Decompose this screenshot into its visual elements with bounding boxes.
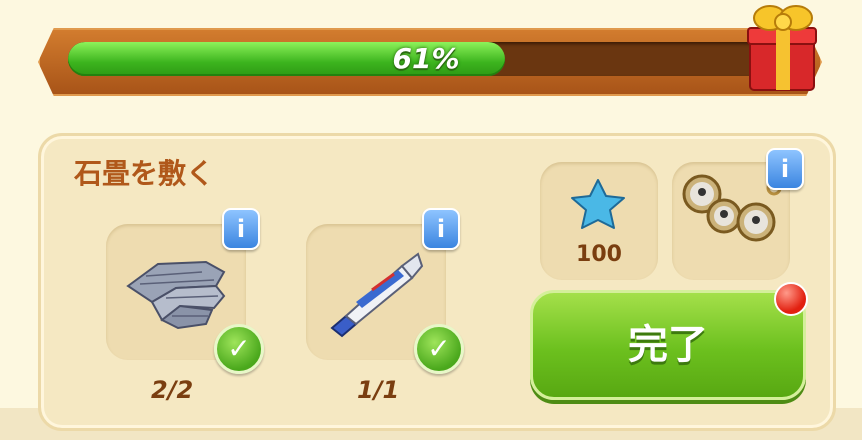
check-icon: ✓ — [414, 324, 464, 374]
info-button[interactable]: i — [766, 148, 804, 190]
complete-button-label: 完了 — [628, 322, 708, 368]
blue-star-icon — [571, 179, 625, 229]
item-count: 2/2 — [151, 376, 194, 404]
item-count: 1/1 — [357, 376, 400, 404]
star-amount: 100 — [576, 242, 622, 267]
complete-button[interactable]: 完了 — [530, 290, 806, 400]
task-title: 石畳を敷く — [74, 157, 215, 190]
progress-bar: 61% — [38, 28, 830, 96]
gift-box-icon[interactable] — [742, 0, 824, 94]
info-button[interactable]: i — [222, 208, 260, 250]
info-button[interactable]: i — [422, 208, 460, 250]
progress-label: 61% — [392, 42, 460, 75]
progress-track: 61% — [68, 42, 784, 76]
reward-slot-stars[interactable]: 100 — [540, 162, 658, 280]
notification-dot — [774, 282, 808, 316]
check-icon: ✓ — [214, 324, 264, 374]
